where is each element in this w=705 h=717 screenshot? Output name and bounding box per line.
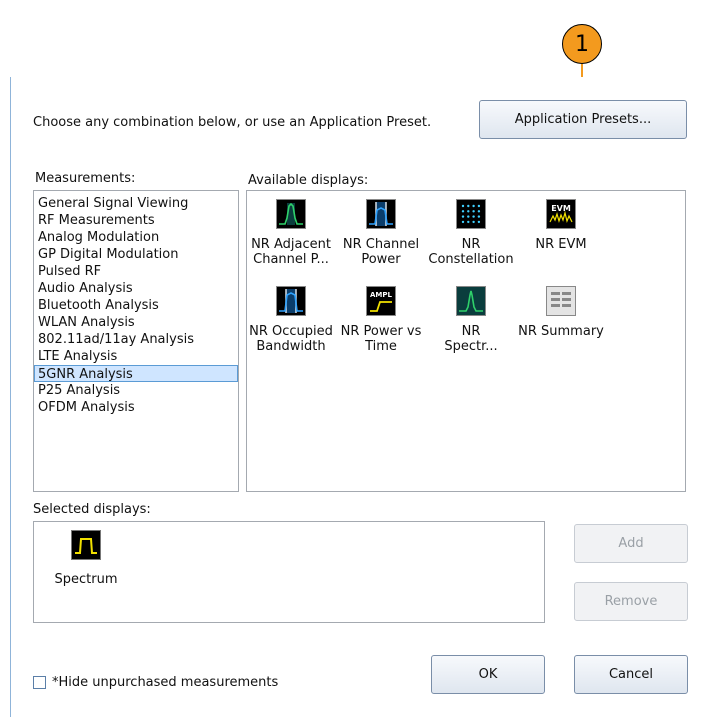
display-tile-label-line2: Channel P... xyxy=(253,252,329,267)
callout-number-badge: 1 xyxy=(562,24,602,64)
available-displays-panel[interactable]: NR Adjacent Channel P... NR Channel Power NR… xyxy=(246,190,686,492)
measurement-item[interactable]: RF Measurements xyxy=(34,212,238,229)
display-tile-label: NR Adjacent Channel P... xyxy=(241,237,341,267)
measurement-item[interactable]: P25 Analysis xyxy=(34,382,238,399)
measurement-item[interactable]: GP Digital Modulation xyxy=(34,246,238,263)
display-tile[interactable]: NR Spectr... xyxy=(421,286,521,354)
display-tile-label-line2: Spectr... xyxy=(444,339,498,354)
display-tile-label-line1: NR EVM xyxy=(535,237,587,252)
display-tile-label-line2: Power xyxy=(361,252,401,267)
display-tile-label: NR Spectr... xyxy=(421,324,521,354)
measurement-item[interactable]: General Signal Viewing xyxy=(34,195,238,212)
constellation-icon xyxy=(456,199,486,229)
available-displays-label: Available displays: xyxy=(248,173,369,188)
measurement-item[interactable]: Bluetooth Analysis xyxy=(34,297,238,314)
display-tile[interactable]: NR Adjacent Channel P... xyxy=(241,199,341,267)
display-tile[interactable]: NR Constellation xyxy=(421,199,521,267)
display-tile-label-line1: NR Occupied xyxy=(249,324,333,339)
svg-text:EVM: EVM xyxy=(551,204,571,213)
display-tile-label: NR Occupied Bandwidth xyxy=(241,324,341,354)
display-tile-label: NR Power vs Time xyxy=(331,324,431,354)
display-tile-label: NR Summary xyxy=(511,324,611,339)
display-tile[interactable]: NR Channel Power xyxy=(331,199,431,267)
spectrum-icon xyxy=(71,530,101,560)
display-tile-label-line1: NR Summary xyxy=(518,324,604,339)
display-tile-label-line1: NR xyxy=(461,324,481,339)
power-vs-time-icon: AMPL xyxy=(366,286,396,316)
selected-display-item[interactable]: Spectrum xyxy=(36,530,136,587)
display-tile[interactable]: AMPL NR Power vs Time xyxy=(331,286,431,354)
display-tile-label-line2: Time xyxy=(365,339,397,354)
display-tile[interactable]: NR Summary xyxy=(511,286,611,339)
display-tile-label-line1: NR Adjacent xyxy=(251,237,331,252)
occupied-bandwidth-icon xyxy=(276,286,306,316)
measurement-item[interactable]: Analog Modulation xyxy=(34,229,238,246)
display-tile-label-line2: Constellation xyxy=(428,252,514,267)
display-tile[interactable]: NR Occupied Bandwidth xyxy=(241,286,341,354)
display-tile-label: NR Constellation xyxy=(421,237,521,267)
evm-icon: EVM xyxy=(546,199,576,229)
measurements-list[interactable]: General Signal Viewing RF Measurements Ana… xyxy=(33,190,239,492)
measurement-item[interactable]: OFDM Analysis xyxy=(34,399,238,416)
measurement-item[interactable]: Audio Analysis xyxy=(34,280,238,297)
cancel-button[interactable]: Cancel xyxy=(574,655,688,694)
ok-button[interactable]: OK xyxy=(431,655,545,694)
adjacent-channel-icon xyxy=(276,199,306,229)
hide-unpurchased-checkbox[interactable] xyxy=(33,676,46,689)
measurements-label: Measurements: xyxy=(35,171,136,186)
selected-displays-panel[interactable]: Spectrum xyxy=(33,521,545,623)
hide-unpurchased-label[interactable]: *Hide unpurchased measurements xyxy=(52,675,278,690)
measurement-item[interactable]: LTE Analysis xyxy=(34,348,238,365)
display-tile-label-line1: NR Power vs xyxy=(340,324,422,339)
channel-power-icon xyxy=(366,199,396,229)
display-tile-label-line2: Bandwidth xyxy=(256,339,326,354)
remove-button[interactable]: Remove xyxy=(574,582,688,621)
display-tile-label-line1: NR xyxy=(461,237,481,252)
callout-number: 1 xyxy=(575,31,589,57)
measurement-item[interactable]: WLAN Analysis xyxy=(34,314,238,331)
measurement-item[interactable]: 802.11ad/11ay Analysis xyxy=(34,331,238,348)
measurement-item[interactable]: Pulsed RF xyxy=(34,263,238,280)
summary-icon xyxy=(546,286,576,316)
display-tile-label: NR Channel Power xyxy=(331,237,431,267)
add-button[interactable]: Add xyxy=(574,524,688,563)
display-tile-label: NR EVM xyxy=(511,237,611,252)
spectrum-icon xyxy=(456,286,486,316)
display-tile-label-line1: NR Channel xyxy=(342,237,420,252)
display-tile[interactable]: EVM NR EVM xyxy=(511,199,611,252)
selected-display-label: Spectrum xyxy=(54,572,118,587)
instruction-text: Choose any combination below, or use an … xyxy=(33,115,432,130)
selected-displays-label: Selected displays: xyxy=(33,502,151,517)
measurement-item[interactable]: 5GNR Analysis xyxy=(34,365,238,382)
svg-text:AMPL: AMPL xyxy=(370,291,393,299)
application-presets-button[interactable]: Application Presets... xyxy=(479,100,687,139)
